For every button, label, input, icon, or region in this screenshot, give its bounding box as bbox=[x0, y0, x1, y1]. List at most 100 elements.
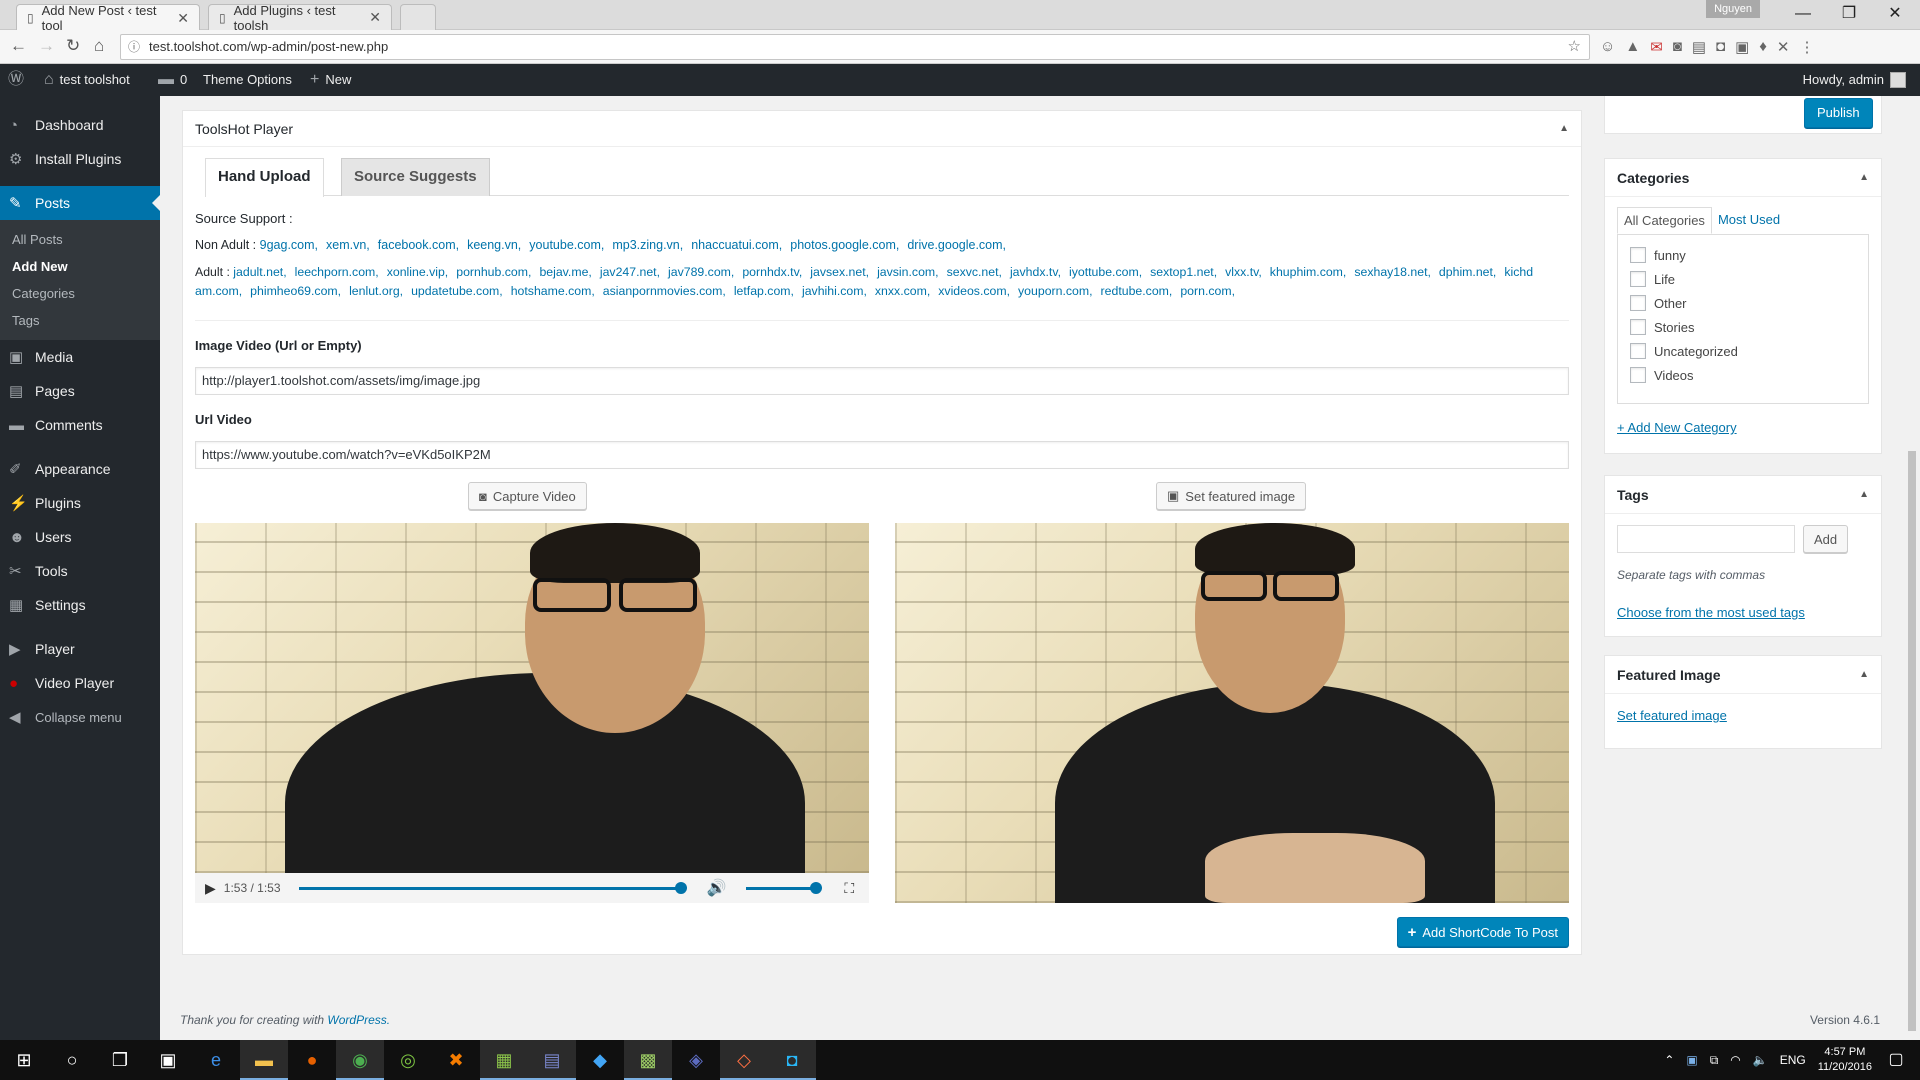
tag-input[interactable] bbox=[1617, 525, 1795, 553]
sidebar-item-tools[interactable]: ✂ Tools bbox=[0, 554, 160, 588]
category-item[interactable]: Videos bbox=[1630, 363, 1856, 387]
featured-image-header[interactable]: Featured Image ▲ bbox=[1605, 656, 1881, 694]
gmail-icon[interactable]: ✉ bbox=[1650, 38, 1663, 56]
source-link[interactable]: xem.vn, bbox=[326, 238, 370, 252]
source-link[interactable]: dphim.net, bbox=[1439, 265, 1496, 279]
source-link[interactable]: leechporn.com, bbox=[295, 265, 379, 279]
source-link[interactable]: pornhdx.tv, bbox=[742, 265, 802, 279]
back-icon[interactable]: ← bbox=[10, 36, 27, 56]
sidebar-item-plugins[interactable]: ⚡ Plugins bbox=[0, 486, 160, 520]
collapse-toggle-icon[interactable]: ▲ bbox=[1859, 489, 1869, 500]
wifi-icon[interactable]: ◠ bbox=[1730, 1053, 1740, 1067]
checkbox[interactable] bbox=[1630, 343, 1646, 359]
app-icon[interactable]: ▤ bbox=[528, 1040, 576, 1080]
collapse-menu-button[interactable]: ◀ Collapse menu bbox=[0, 700, 160, 734]
tab-most-used[interactable]: Most Used bbox=[1712, 207, 1786, 234]
minimize-icon[interactable]: — bbox=[1780, 0, 1826, 30]
source-link[interactable]: jav789.com, bbox=[668, 265, 734, 279]
task-view-icon[interactable]: ❐ bbox=[96, 1040, 144, 1080]
sidebar-item-install-plugins[interactable]: ⚙ Install Plugins bbox=[0, 142, 160, 176]
category-item[interactable]: Other bbox=[1630, 291, 1856, 315]
page-scrollbar[interactable] bbox=[1904, 96, 1920, 1040]
file-explorer-icon[interactable]: ▬ bbox=[240, 1040, 288, 1080]
volume-knob[interactable] bbox=[810, 881, 823, 894]
metabox-header[interactable]: ToolsHot Player ▲ bbox=[183, 111, 1581, 147]
tray-app-icon[interactable]: ▣ bbox=[1686, 1053, 1697, 1067]
notifications-icon[interactable]: ▢ bbox=[1872, 1040, 1920, 1080]
store-icon[interactable]: ▣ bbox=[144, 1040, 192, 1080]
profile-badge[interactable]: Nguyen bbox=[1706, 0, 1760, 18]
source-link[interactable]: pornhub.com, bbox=[456, 265, 531, 279]
close-tab-icon[interactable]: ✕ bbox=[177, 10, 189, 27]
source-link[interactable]: photos.google.com, bbox=[790, 238, 899, 252]
source-link[interactable]: am.com, bbox=[195, 284, 242, 298]
source-link[interactable]: vlxx.tv, bbox=[1225, 265, 1262, 279]
set-featured-image-link[interactable]: Set featured image bbox=[1617, 708, 1727, 723]
sidebar-item-video-player[interactable]: ● Video Player bbox=[0, 666, 160, 700]
source-link[interactable]: letfap.com, bbox=[734, 284, 794, 298]
source-link[interactable]: javhdx.tv, bbox=[1010, 265, 1061, 279]
browser-tab-add-plugins[interactable]: ▯ Add Plugins ‹ test toolsh ✕ bbox=[208, 3, 392, 33]
howdy-account-menu[interactable]: Howdy, admin bbox=[1803, 64, 1906, 96]
submenu-all-posts[interactable]: All Posts bbox=[0, 226, 160, 253]
seek-knob[interactable] bbox=[674, 881, 687, 894]
image-video-input[interactable]: http://player1.toolshot.com/assets/img/i… bbox=[195, 367, 1569, 395]
xampp-icon[interactable]: ✖ bbox=[432, 1040, 480, 1080]
extension-icon[interactable]: ✕ bbox=[1777, 38, 1790, 56]
add-tag-button[interactable]: Add bbox=[1803, 525, 1849, 553]
source-link[interactable]: updatetube.com, bbox=[411, 284, 503, 298]
category-item[interactable]: Uncategorized bbox=[1630, 339, 1856, 363]
app-icon[interactable]: ◇ bbox=[720, 1040, 768, 1080]
checkbox[interactable] bbox=[1630, 271, 1646, 287]
fullscreen-icon[interactable]: ⛶ bbox=[844, 880, 854, 897]
code-editor-icon[interactable]: ◆ bbox=[576, 1040, 624, 1080]
url-video-input[interactable]: https://www.youtube.com/watch?v=eVKd5oIK… bbox=[195, 441, 1569, 469]
sidebar-item-users[interactable]: ☻ Users bbox=[0, 520, 160, 554]
comments-link[interactable]: ▬ 0 bbox=[158, 64, 187, 96]
camera-icon[interactable]: ◘ bbox=[1716, 38, 1725, 56]
app-icon[interactable]: ◈ bbox=[672, 1040, 720, 1080]
clock[interactable]: 4:57 PM 11/20/2016 bbox=[1818, 1045, 1872, 1075]
tab-all-categories[interactable]: All Categories bbox=[1617, 207, 1712, 234]
tags-header[interactable]: Tags ▲ bbox=[1605, 476, 1881, 514]
capture-video-button[interactable]: ◙ Capture Video bbox=[468, 482, 587, 510]
source-link[interactable]: javhihi.com, bbox=[802, 284, 867, 298]
source-link[interactable]: sextop1.net, bbox=[1150, 265, 1217, 279]
collapse-toggle-icon[interactable]: ▲ bbox=[1559, 123, 1569, 134]
set-featured-image-button[interactable]: ▣ Set featured image bbox=[1156, 482, 1307, 510]
source-link[interactable]: redtube.com, bbox=[1101, 284, 1173, 298]
category-item[interactable]: funny bbox=[1630, 243, 1856, 267]
source-link[interactable]: xvideos.com, bbox=[938, 284, 1010, 298]
forward-icon[interactable]: → bbox=[38, 36, 55, 56]
play-icon[interactable]: ▶ bbox=[205, 880, 216, 897]
menu-icon[interactable]: ⋮ bbox=[1800, 38, 1815, 56]
source-link[interactable]: jav247.net, bbox=[600, 265, 660, 279]
checkbox[interactable] bbox=[1630, 367, 1646, 383]
source-link[interactable]: khuphim.com, bbox=[1270, 265, 1347, 279]
info-icon[interactable]: ⓘ bbox=[128, 35, 140, 59]
source-link[interactable]: xnxx.com, bbox=[875, 284, 930, 298]
scrollbar-thumb[interactable] bbox=[1908, 451, 1916, 1031]
source-link[interactable]: youtube.com, bbox=[529, 238, 604, 252]
extension-icon[interactable]: ☺ bbox=[1600, 38, 1615, 56]
restore-icon[interactable]: ❐ bbox=[1826, 0, 1872, 30]
publish-button[interactable]: Publish bbox=[1804, 98, 1873, 128]
source-link[interactable]: phimheo69.com, bbox=[250, 284, 341, 298]
source-link[interactable]: javsex.net, bbox=[810, 265, 869, 279]
source-link[interactable]: xonline.vip, bbox=[387, 265, 449, 279]
tray-chevron-icon[interactable]: ⌃ bbox=[1664, 1053, 1674, 1067]
volume-icon[interactable]: 🔈 bbox=[1753, 1053, 1768, 1067]
browser-tab-add-new-post[interactable]: ▯ Add New Post ‹ test tool ✕ bbox=[16, 3, 200, 33]
zalo-icon[interactable]: ◘ bbox=[768, 1040, 816, 1080]
app-icon[interactable]: ◎ bbox=[384, 1040, 432, 1080]
source-link[interactable]: bejav.me, bbox=[539, 265, 591, 279]
sidebar-item-pages[interactable]: ▤ Pages bbox=[0, 374, 160, 408]
seek-bar[interactable] bbox=[298, 881, 687, 894]
source-link[interactable]: iyottube.com, bbox=[1069, 265, 1142, 279]
language-indicator[interactable]: ENG bbox=[1780, 1053, 1806, 1067]
extension-icon[interactable]: ▣ bbox=[1735, 38, 1749, 56]
source-link[interactable]: nhaccuatui.com, bbox=[691, 238, 782, 252]
choose-most-used-tags-link[interactable]: Choose from the most used tags bbox=[1617, 605, 1805, 620]
sidebar-item-appearance[interactable]: ✐ Appearance bbox=[0, 452, 160, 486]
close-tab-icon[interactable]: ✕ bbox=[369, 9, 381, 26]
